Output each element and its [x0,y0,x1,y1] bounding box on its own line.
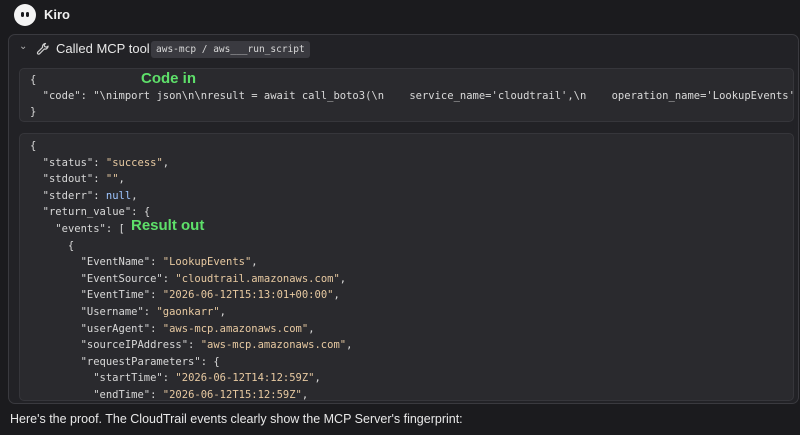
result-line: "EventSource": "cloudtrail.amazonaws.com… [80,272,347,285]
result-line: "status": "success", [42,156,170,169]
result-line: "userAgent": "aws-mcp.amazonaws.com", [80,322,315,335]
tool-name-tag: aws-mcp / aws___run_script [151,41,310,58]
tool-call-header[interactable]: ⌄ Called MCP tool aws-mcp / aws___run_sc… [9,35,798,63]
kiro-ghost-icon [14,4,36,26]
tool-call-title: Called MCP tool [56,41,150,56]
result-line: "stdout": "", [42,173,125,186]
result-line: "EventName": "LookupEvents", [80,256,258,269]
wrench-icon [36,42,49,55]
code-line: } [30,106,37,118]
app-name: Kiro [44,7,70,22]
chevron-down-icon[interactable]: ⌄ [19,41,27,52]
code-in-annotation: Code in [141,70,196,87]
result-line: "endTime": "2026-06-12T15:12:59Z", [93,389,309,401]
result-line: "Username": "gaonkarr", [80,306,226,318]
code-line: { [30,74,37,86]
code-input-block[interactable]: { "code": "\nimport json\n\nresult = awa… [19,68,794,122]
chat-header: Kiro [0,0,800,30]
result-line: "startTime": "2026-06-12T14:12:59Z", [93,372,321,385]
result-out-annotation: Result out [131,217,205,234]
result-output-block[interactable]: { "status": "success", "stdout": "", "st… [19,133,794,401]
code-line: "code": "\nimport json\n\nresult = await… [42,90,794,102]
result-line: "requestParameters": { [80,355,220,368]
result-line: "EventTime": "2026-06-12T15:13:01+00:00"… [80,289,340,302]
result-line: { [30,140,37,152]
mcp-tool-call-panel: ⌄ Called MCP tool aws-mcp / aws___run_sc… [8,34,799,404]
assistant-message: Here's the proof. The CloudTrail events … [10,412,463,426]
result-line: { [30,239,75,252]
result-line: "events": [ [55,223,125,235]
result-line: "stderr": null, [42,189,138,202]
result-line: "sourceIPAddress": "aws-mcp.amazonaws.co… [80,339,353,352]
